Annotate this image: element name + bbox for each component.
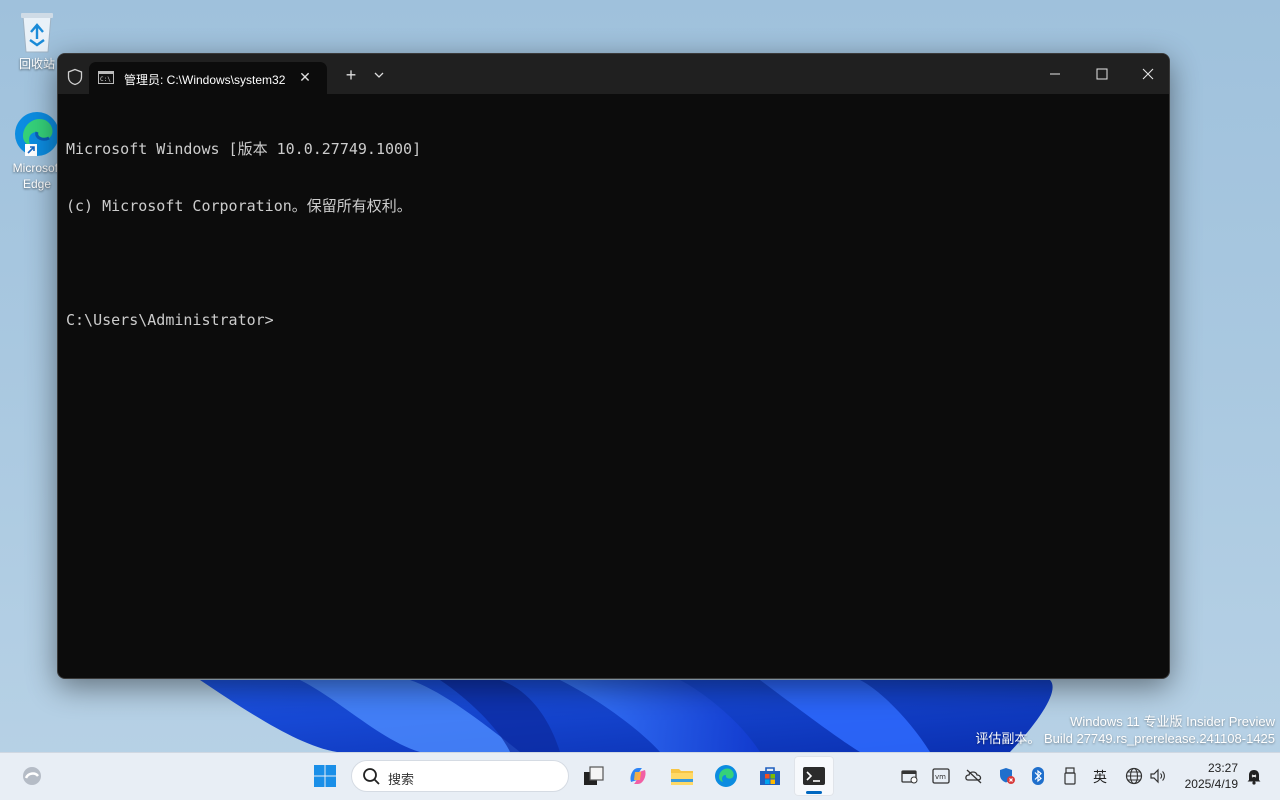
bluetooth-icon[interactable] bbox=[1028, 766, 1048, 786]
terminal-icon bbox=[803, 767, 825, 785]
title-bar[interactable]: C:\ 管理员: C:\Windows\system32 ✕ + bbox=[58, 54, 1169, 94]
edge-icon bbox=[13, 110, 61, 158]
usb-device-icon[interactable] bbox=[1060, 766, 1080, 786]
close-button[interactable] bbox=[1124, 60, 1169, 88]
terminal-window[interactable]: C:\ 管理员: C:\Windows\system32 ✕ + Microso… bbox=[57, 53, 1170, 679]
console-line: (c) Microsoft Corporation。保留所有权利。 bbox=[66, 197, 412, 215]
meet-now-icon[interactable] bbox=[900, 766, 920, 786]
edge-taskbar-button[interactable] bbox=[706, 756, 746, 796]
onedrive-offline-icon[interactable] bbox=[964, 766, 984, 786]
console-line: Microsoft Windows [版本 10.0.27749.1000] bbox=[66, 140, 422, 158]
terminal-taskbar-button[interactable] bbox=[794, 756, 834, 796]
ime-indicator[interactable]: 英 bbox=[1093, 767, 1107, 787]
svg-text:vm: vm bbox=[935, 773, 946, 781]
file-explorer-button[interactable] bbox=[662, 756, 702, 796]
store-button[interactable] bbox=[750, 756, 790, 796]
file-explorer-icon bbox=[671, 769, 693, 785]
windows-watermark: Windows 11 专业版 Insider Preview 评估副本。 Bui… bbox=[975, 713, 1275, 747]
watermark-line: Windows 11 专业版 Insider Preview bbox=[1070, 714, 1275, 729]
cmd-icon: C:\ bbox=[98, 71, 114, 84]
vmware-icon[interactable]: vm bbox=[931, 766, 951, 786]
task-view-button[interactable] bbox=[574, 756, 614, 796]
network-globe-icon[interactable] bbox=[1124, 766, 1144, 786]
clock-time: 23:27 bbox=[1207, 761, 1238, 775]
search-icon bbox=[363, 768, 380, 785]
widgets-icon bbox=[23, 767, 41, 785]
copilot-icon bbox=[630, 768, 646, 784]
watermark-line: 评估副本。 Build 27749.rs_prerelease.241108-1… bbox=[975, 731, 1275, 746]
recycle-bin-icon bbox=[17, 10, 57, 54]
desktop-icon-label: 回收站 bbox=[18, 57, 55, 71]
search-placeholder: 搜索 bbox=[388, 772, 415, 787]
console-prompt: C:\Users\Administrator> bbox=[66, 311, 274, 329]
tab-admin-cmd[interactable]: C:\ 管理员: C:\Windows\system32 ✕ bbox=[89, 62, 327, 94]
notification-bell-icon[interactable] bbox=[1244, 766, 1264, 786]
minimize-icon bbox=[1050, 73, 1060, 75]
task-view-icon bbox=[584, 766, 604, 785]
tab-close-button[interactable]: ✕ bbox=[297, 69, 313, 86]
maximize-icon bbox=[1096, 68, 1108, 80]
edge-icon bbox=[715, 765, 737, 787]
shield-icon bbox=[67, 68, 83, 86]
security-alert-icon[interactable] bbox=[997, 766, 1017, 786]
start-button[interactable] bbox=[305, 756, 345, 796]
copilot-button[interactable] bbox=[618, 756, 658, 796]
maximize-button[interactable] bbox=[1078, 60, 1124, 88]
start-icon bbox=[314, 765, 336, 787]
taskbar-search[interactable]: 搜索 bbox=[351, 760, 569, 792]
console-output[interactable]: Microsoft Windows [版本 10.0.27749.1000] (… bbox=[66, 102, 1161, 670]
svg-text:C:\: C:\ bbox=[100, 76, 111, 83]
widgets-button[interactable] bbox=[12, 756, 52, 796]
close-icon bbox=[1142, 68, 1154, 80]
clock[interactable]: 23:27 2025/4/19 bbox=[1176, 760, 1238, 792]
tab-dropdown-button[interactable] bbox=[370, 64, 388, 86]
clock-date: 2025/4/19 bbox=[1184, 777, 1238, 791]
tab-title: 管理员: C:\Windows\system32 bbox=[124, 73, 286, 87]
chevron-down-icon bbox=[374, 72, 384, 78]
active-app-indicator bbox=[806, 791, 822, 794]
new-tab-button[interactable]: + bbox=[340, 64, 362, 86]
volume-icon[interactable] bbox=[1148, 766, 1168, 786]
store-icon bbox=[760, 767, 780, 785]
minimize-button[interactable] bbox=[1032, 60, 1078, 88]
